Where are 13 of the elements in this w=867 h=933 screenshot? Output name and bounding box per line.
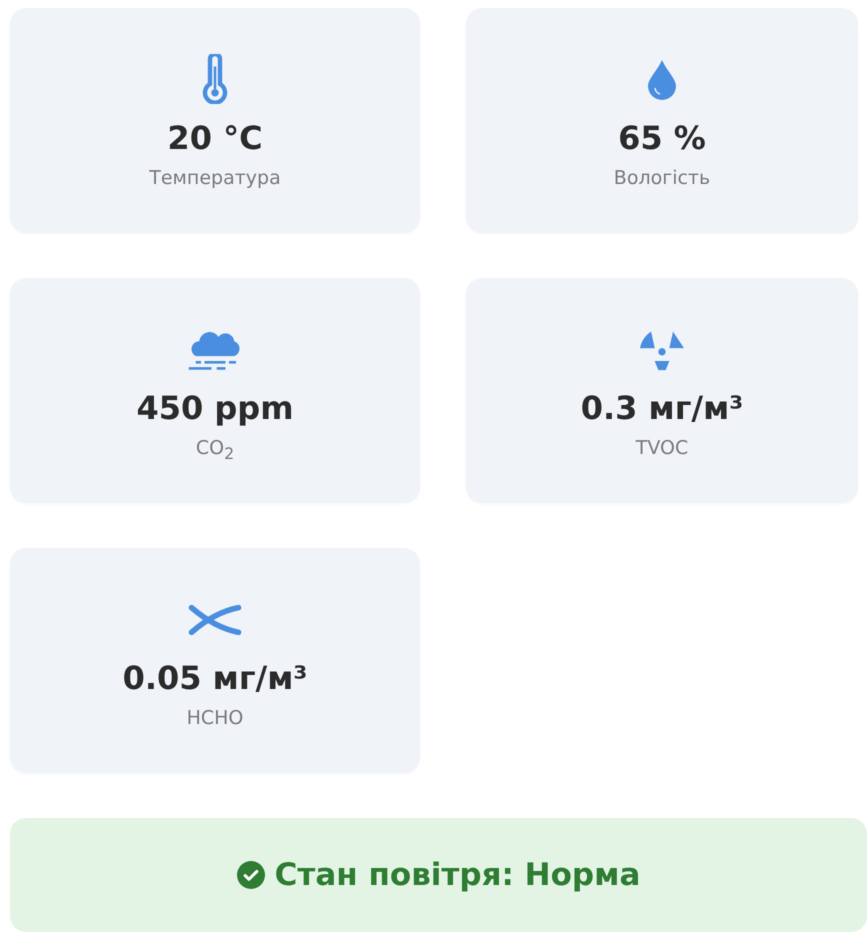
sensor-value: 0.3 мг/м³: [580, 388, 744, 428]
thermometer-icon: [200, 54, 230, 104]
sensor-label: CO$_{2}$: [196, 436, 234, 465]
status-text: Стан повітря: Норма: [274, 857, 640, 893]
sensor-value: 0.05 мг/м³: [122, 658, 308, 698]
sensor-label: Вологість: [614, 166, 710, 190]
sensor-label: TVOC: [636, 436, 688, 460]
sensor-value: 450 ppm: [136, 388, 294, 428]
check-circle-icon: [236, 861, 265, 889]
sensor-label: Температура: [149, 166, 281, 190]
sensor-value: 65 %: [618, 118, 706, 158]
sensor-label: HCHO: [186, 706, 244, 730]
sensor-value: 20 °C: [167, 118, 263, 158]
